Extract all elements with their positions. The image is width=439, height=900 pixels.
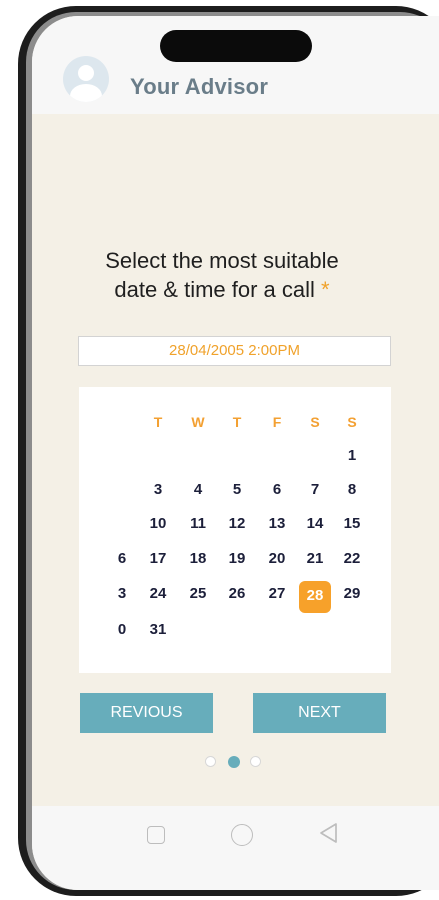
question-line-2-text: date & time for a call xyxy=(114,277,315,302)
appointment-question: Select the most suitable date & time for… xyxy=(72,246,372,304)
calendar-day[interactable]: 12 xyxy=(222,509,252,539)
calendar-day[interactable]: 8 xyxy=(337,475,367,505)
calendar-day-clipped[interactable]: 3 xyxy=(107,579,137,609)
recent-apps-square-icon[interactable] xyxy=(147,826,165,844)
calendar-day[interactable]: 22 xyxy=(337,544,367,574)
question-line-1: Select the most suitable xyxy=(105,248,339,273)
camera-notch xyxy=(160,30,312,62)
calendar-day[interactable]: 20 xyxy=(262,544,292,574)
home-circle-icon[interactable] xyxy=(231,824,253,846)
calendar-day[interactable]: 4 xyxy=(183,475,213,505)
selected-calendar-day[interactable]: 28 xyxy=(299,581,331,613)
weekday-sunday: S xyxy=(347,414,357,430)
weekday-tuesday: T xyxy=(153,414,163,430)
page-dot-2-active[interactable] xyxy=(228,756,240,768)
calendar-grid: T W T F S S 1 3 4 5 6 7 8 10 11 12 13 14… xyxy=(79,387,391,673)
weekday-saturday: S xyxy=(310,414,320,430)
calendar-day[interactable]: 21 xyxy=(300,544,330,574)
advisor-title: Your Advisor xyxy=(130,74,269,99)
calendar-day[interactable]: 6 xyxy=(262,475,292,505)
calendar-day[interactable]: 13 xyxy=(262,509,292,539)
weekday-friday: F xyxy=(272,414,282,430)
system-navigation-bar xyxy=(32,806,439,890)
advisor-avatar-icon xyxy=(63,56,109,102)
calendar-day[interactable]: 18 xyxy=(183,544,213,574)
calendar-day[interactable]: 15 xyxy=(337,509,367,539)
calendar-day[interactable]: 29 xyxy=(337,579,367,609)
calendar-day[interactable]: 1 xyxy=(337,441,367,471)
calendar-day[interactable]: 19 xyxy=(222,544,252,574)
calendar-day[interactable]: 31 xyxy=(143,615,173,645)
calendar-day[interactable]: 24 xyxy=(143,579,173,609)
next-button[interactable]: NEXT xyxy=(253,693,386,733)
calendar-day[interactable]: 14 xyxy=(300,509,330,539)
page-dot-1[interactable] xyxy=(205,756,216,767)
avatar-head xyxy=(78,65,94,81)
weekday-wednesday: W xyxy=(191,414,205,430)
previous-button[interactable]: REVIOUS xyxy=(80,693,213,733)
calendar-day-clipped[interactable]: 6 xyxy=(107,544,137,574)
calendar-day[interactable]: 27 xyxy=(262,579,292,609)
calendar-day-clipped[interactable]: 0 xyxy=(107,615,137,645)
calendar-day[interactable]: 25 xyxy=(183,579,213,609)
app-header: Your Advisor xyxy=(32,16,439,114)
selected-datetime-field[interactable]: 28/04/2005 2:00PM xyxy=(78,336,391,366)
page-dot-3[interactable] xyxy=(250,756,261,767)
calendar-day[interactable]: 3 xyxy=(143,475,173,505)
back-triangle-icon[interactable] xyxy=(317,821,339,843)
calendar-day[interactable]: 10 xyxy=(143,509,173,539)
app-screen: Your Advisor Select the most suitable da… xyxy=(32,16,439,890)
weekday-thursday: T xyxy=(232,414,242,430)
avatar-body xyxy=(70,84,102,102)
calendar-day[interactable]: 11 xyxy=(183,509,213,539)
calendar-day[interactable]: 7 xyxy=(300,475,330,505)
question-line-2: date & time for a call * xyxy=(72,275,372,304)
calendar-day[interactable]: 17 xyxy=(143,544,173,574)
required-indicator: * xyxy=(321,277,330,302)
calendar-day[interactable]: 5 xyxy=(222,475,252,505)
calendar-day[interactable]: 26 xyxy=(222,579,252,609)
